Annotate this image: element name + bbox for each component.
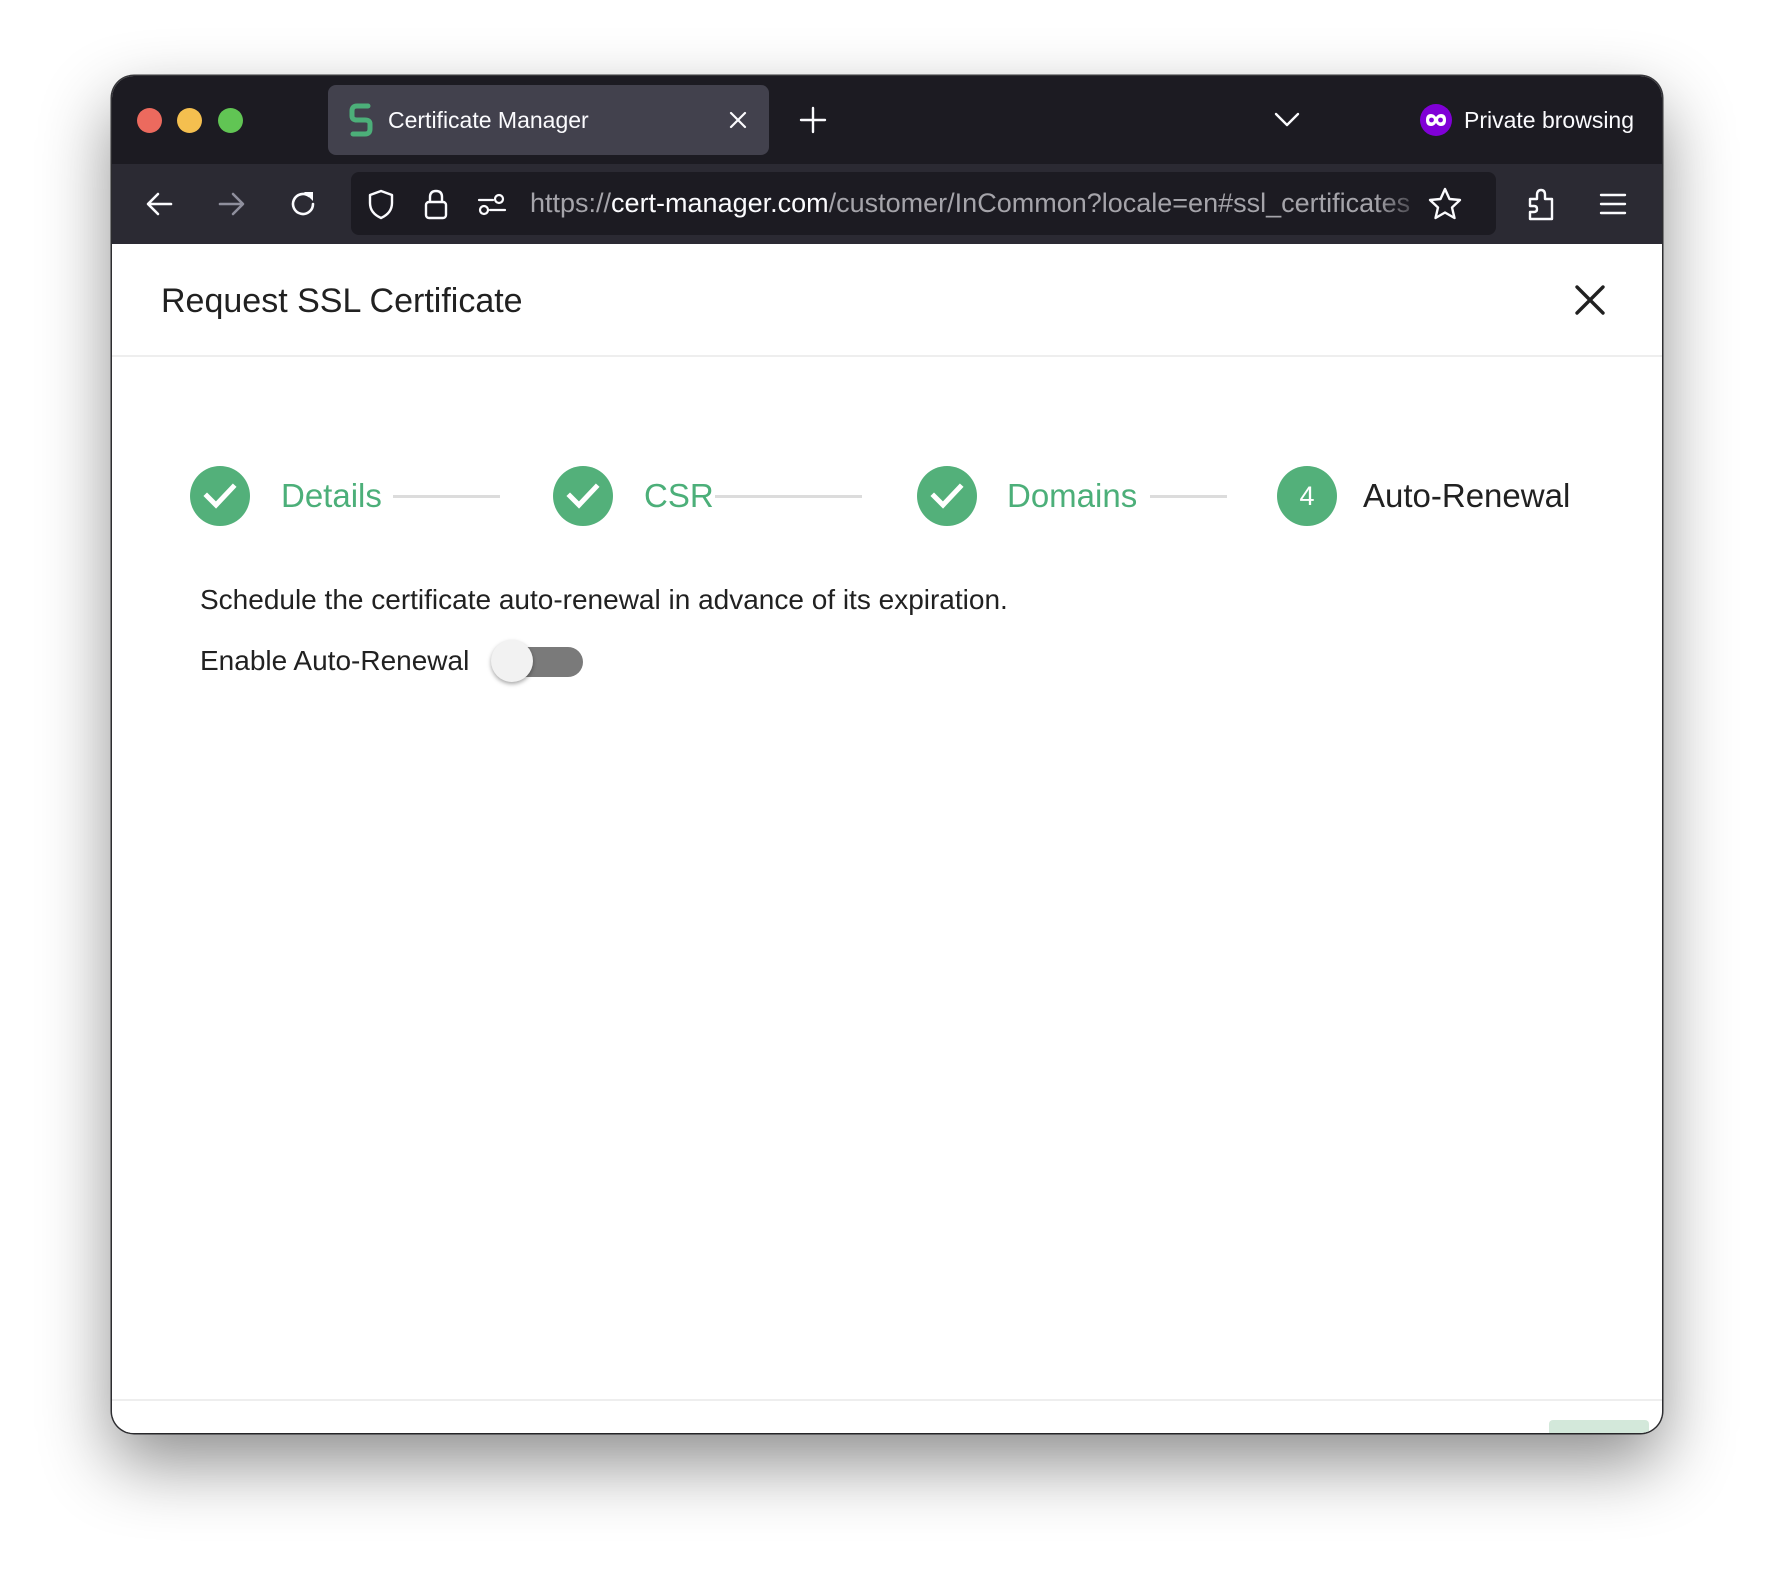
reload-button[interactable] [285, 186, 321, 222]
check-icon [190, 466, 250, 526]
browser-window: Certificate Manager Private browsing htt… [112, 76, 1662, 1433]
reload-icon [291, 192, 315, 216]
tab-bar: Certificate Manager Private browsing [112, 76, 1662, 164]
list-all-tabs-icon[interactable] [1272, 104, 1302, 134]
puzzle-piece-icon [1528, 188, 1554, 221]
hamburger-menu-icon [1599, 193, 1627, 215]
private-browsing-indicator: Private browsing [1420, 96, 1634, 144]
new-tab-icon[interactable] [798, 105, 828, 135]
close-button[interactable]: Close [148, 1420, 238, 1433]
ok-button[interactable]: OK [1549, 1420, 1649, 1433]
extensions-button[interactable] [1524, 186, 1560, 222]
page-content: Request SSL Certificate Details CSR Doma… [112, 244, 1662, 1433]
close-tab-icon[interactable] [723, 105, 753, 135]
back-button[interactable]: Back [1437, 1420, 1517, 1433]
dialog-close-icon[interactable] [1574, 284, 1606, 316]
navigation-toolbar: https://cert-manager.com/customer/InComm… [112, 164, 1662, 244]
private-mask-icon [1420, 104, 1452, 136]
check-icon [917, 466, 977, 526]
step-number: 4 [1277, 466, 1337, 526]
url-bar[interactable]: https://cert-manager.com/customer/InComm… [351, 172, 1496, 235]
stepper: Details CSR Domains 4 Auto-Renewal [112, 455, 1662, 535]
bookmark-star-icon[interactable] [1427, 186, 1463, 222]
check-icon [553, 466, 613, 526]
minimize-window-button[interactable] [177, 108, 202, 133]
tab-title: Certificate Manager [388, 107, 589, 133]
dialog-footer-divider [112, 1399, 1662, 1402]
step-label: Auto-Renewal [1363, 477, 1571, 514]
auto-renewal-description: Schedule the certificate auto-renewal in… [200, 584, 1008, 615]
step-label: Details [281, 477, 382, 514]
toggle-thumb[interactable] [491, 640, 534, 682]
private-browsing-label: Private browsing [1464, 106, 1635, 133]
tab-certificate-manager[interactable]: Certificate Manager [328, 85, 769, 155]
s-logo-icon [349, 103, 373, 137]
dialog-title: Request SSL Certificate [161, 282, 523, 320]
back-button[interactable] [142, 186, 178, 222]
close-window-button[interactable] [137, 108, 162, 133]
step-label: CSR [644, 477, 714, 514]
forward-button[interactable] [213, 186, 249, 222]
step-connector [715, 495, 862, 498]
auto-renewal-toggle-row: Enable Auto-Renewal [200, 638, 584, 684]
maximize-window-button[interactable] [218, 108, 243, 133]
enable-auto-renewal-toggle[interactable] [491, 638, 584, 684]
step-label: Domains [1007, 477, 1138, 514]
lock-icon[interactable] [419, 187, 453, 221]
step-connector [393, 495, 500, 498]
dialog-header: Request SSL Certificate [112, 244, 1662, 357]
step-connector [1150, 495, 1227, 498]
url-text[interactable]: https://cert-manager.com/customer/InComm… [530, 172, 1430, 235]
app-menu-button[interactable] [1595, 186, 1631, 222]
toggle-label: Enable Auto-Renewal [200, 645, 470, 676]
arrow-left-icon [146, 192, 173, 216]
site-permissions-icon[interactable] [475, 187, 509, 221]
arrow-right-icon [218, 192, 245, 216]
tracking-protection-shield-icon[interactable] [364, 187, 398, 221]
